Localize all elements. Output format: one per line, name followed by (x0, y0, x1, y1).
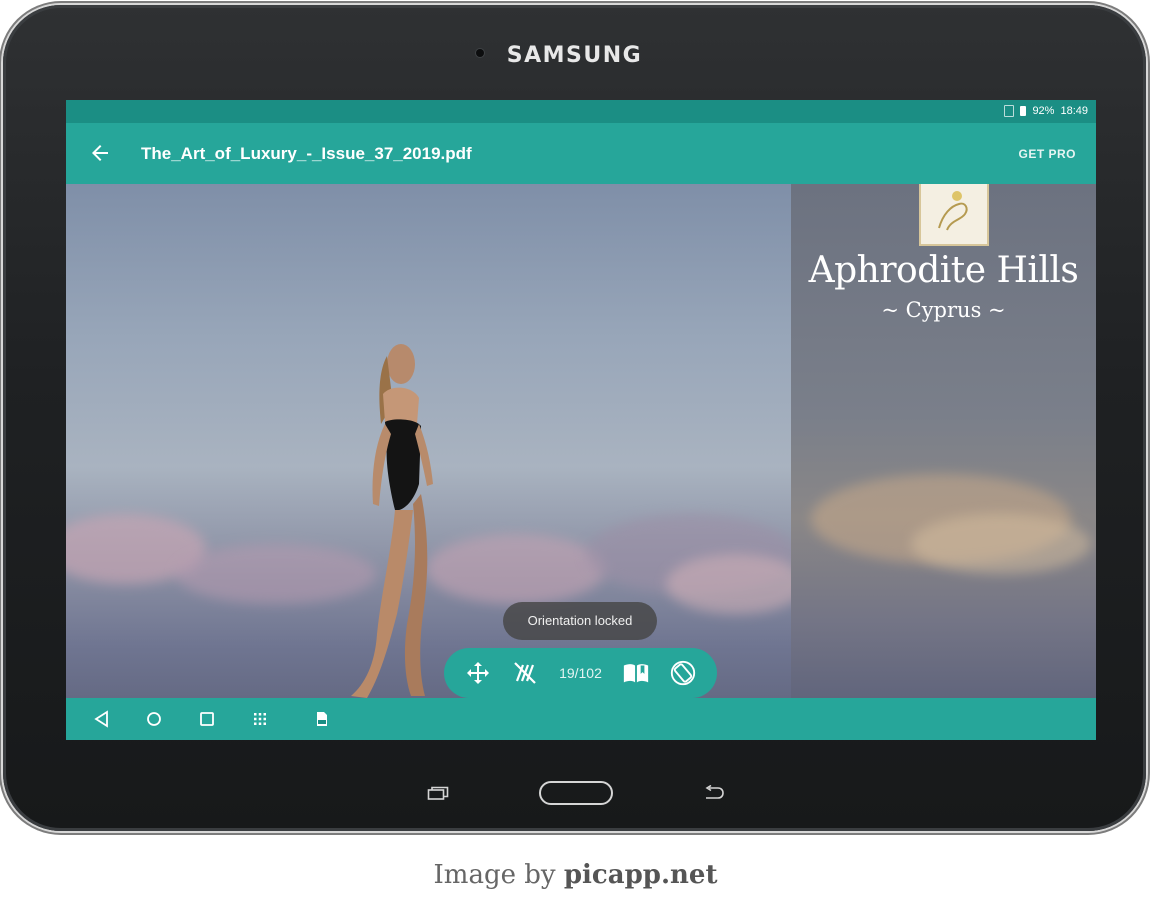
book-icon (623, 664, 648, 683)
nav-back-button[interactable] (92, 709, 112, 729)
grid-apps-icon (254, 713, 266, 725)
hw-back-button[interactable] (703, 784, 725, 806)
back-button[interactable] (88, 141, 112, 165)
logo-subtitle: ~ Cyprus ~ (881, 298, 1006, 322)
status-bar: 92% 18:49 (66, 100, 1096, 123)
recents-key-icon (427, 786, 449, 800)
battery-level: 92% (1032, 105, 1055, 117)
arrow-left-icon (92, 145, 108, 161)
back-key-icon (705, 784, 724, 799)
screenshot-icon (1004, 105, 1015, 117)
credit-prefix: Image by (433, 860, 556, 890)
page-counter[interactable]: 19/102 (559, 665, 602, 681)
page-photo (66, 184, 806, 698)
image-credit: Image by picapp.net (0, 860, 1151, 890)
triangle-back-icon (94, 710, 108, 728)
move-button[interactable] (464, 659, 492, 687)
get-pro-button[interactable]: GET PRO (1018, 147, 1076, 161)
square-recents-icon (200, 712, 214, 726)
move-icon (466, 662, 489, 684)
navigation-bar (66, 698, 1096, 740)
tablet-device: SAMSUNG 92% 18:49 The_Art_of_Luxury_-_Is… (3, 5, 1146, 831)
page-ad-panel: Aphrodite Hills ~ Cyprus ~ (791, 184, 1096, 698)
document-title: The_Art_of_Luxury_-_Issue_37_2019.pdf (141, 144, 472, 163)
document-app-icon (317, 712, 327, 726)
clock: 18:49 (1060, 105, 1088, 117)
rotate-button[interactable] (669, 659, 697, 687)
device-brand: SAMSUNG (506, 43, 643, 68)
hw-home-button[interactable] (539, 781, 613, 805)
auto-scroll-button[interactable] (511, 659, 539, 687)
reading-mode-button[interactable] (622, 659, 650, 687)
screen: 92% 18:49 The_Art_of_Luxury_-_Issue_37_2… (66, 100, 1096, 740)
model-figure (351, 344, 433, 698)
nav-recents-button[interactable] (197, 709, 217, 729)
logo-title: Aphrodite Hills (808, 250, 1079, 291)
auto-scroll-off-icon (514, 662, 537, 684)
rotate-icon (671, 660, 696, 686)
aphrodite-logo (919, 184, 989, 246)
credit-site: picapp.net (563, 860, 718, 890)
hw-recents-button[interactable] (427, 786, 449, 805)
nav-pdf-app-button[interactable] (312, 709, 332, 729)
circle-home-icon (147, 712, 161, 726)
battery-icon (1020, 106, 1027, 116)
nav-home-button[interactable] (144, 709, 164, 729)
nav-apps-button[interactable] (250, 709, 270, 729)
app-bar: The_Art_of_Luxury_-_Issue_37_2019.pdf GE… (66, 123, 1096, 184)
reader-toolbar: 19/102 (444, 648, 717, 698)
toast-message: Orientation locked (503, 602, 657, 640)
